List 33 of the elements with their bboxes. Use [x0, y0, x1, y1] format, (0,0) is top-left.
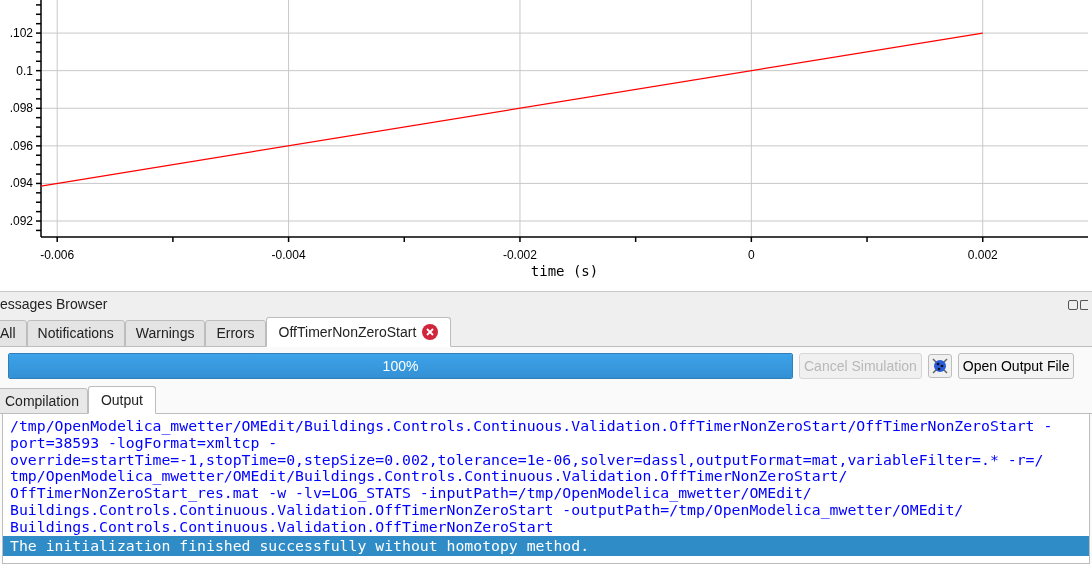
output-line: Buildings.Controls.Continuous.Validation.OffTimerNonZeroStart -outputPath=/tmp/OpenModelica_mwetter/OMEdit/ [9, 502, 965, 519]
tick-label: -0.002 [502, 248, 537, 262]
tab[interactable]: Errors [205, 320, 266, 347]
output-line: override=startTime=-1,stopTime=0,stepSize=0.002,tolerance=1e-06,solver=dassl,outputFormat=mat,variableFilter=.* -r=/ [9, 451, 1045, 469]
tick-label: 0.1 [16, 63, 33, 78]
tab[interactable]: OffTimerNonZeroStart [265, 317, 452, 347]
tab[interactable]: Compilation [0, 388, 88, 414]
panel-title: essages Browser [0, 295, 108, 314]
tab[interactable]: Warnings [124, 320, 206, 347]
tick-label: -0.004 [271, 248, 306, 262]
tick-label: 0.002 [967, 248, 998, 262]
tick-label: .096 [9, 138, 33, 153]
float-icon[interactable] [1068, 299, 1078, 310]
tick-label: -0.006 [40, 248, 75, 262]
tick-label: 0 [748, 248, 755, 262]
output-line: tmp/OpenModelica_mwetter/OMEdit/Buildings.Controls.Continuous.Validation.OffTimerNonZeroStart/ [9, 468, 848, 486]
debug-button[interactable] [927, 354, 952, 378]
tick-label: .092 [9, 214, 33, 228]
progress-text: 100% [381, 356, 420, 376]
tick-label: .094 [9, 176, 33, 191]
button[interactable]: Open Output File [957, 353, 1075, 379]
tick-label: .102 [9, 26, 33, 41]
output-line: The initialization finished successfully without homotopy method. [9, 537, 591, 555]
output-line: OffTimerNonZeroStart_res.mat -w -lv=LOG_STATS -inputPath=/tmp/OpenModelica_mwetter/OMEdit/ [9, 485, 812, 502]
bug-icon [930, 357, 949, 375]
tick-label: .098 [9, 101, 33, 116]
tab[interactable]: All [0, 320, 27, 347]
tab[interactable]: Output [87, 386, 156, 414]
output-line: Buildings.Controls.Continuous.Validation.OffTimerNonZeroStart [9, 518, 555, 536]
axis-title: time (s) [530, 263, 599, 279]
tab[interactable]: Notifications [26, 320, 125, 347]
output-line: /tmp/OpenModelica_mwetter/OMEdit/Buildings.Controls.Continuous.Validation.OffTimerNonZeroStart/OffTimerNonZeroStart - [9, 418, 1054, 435]
output-line: port=38593 -logFormat=xmltcp - [9, 434, 278, 452]
